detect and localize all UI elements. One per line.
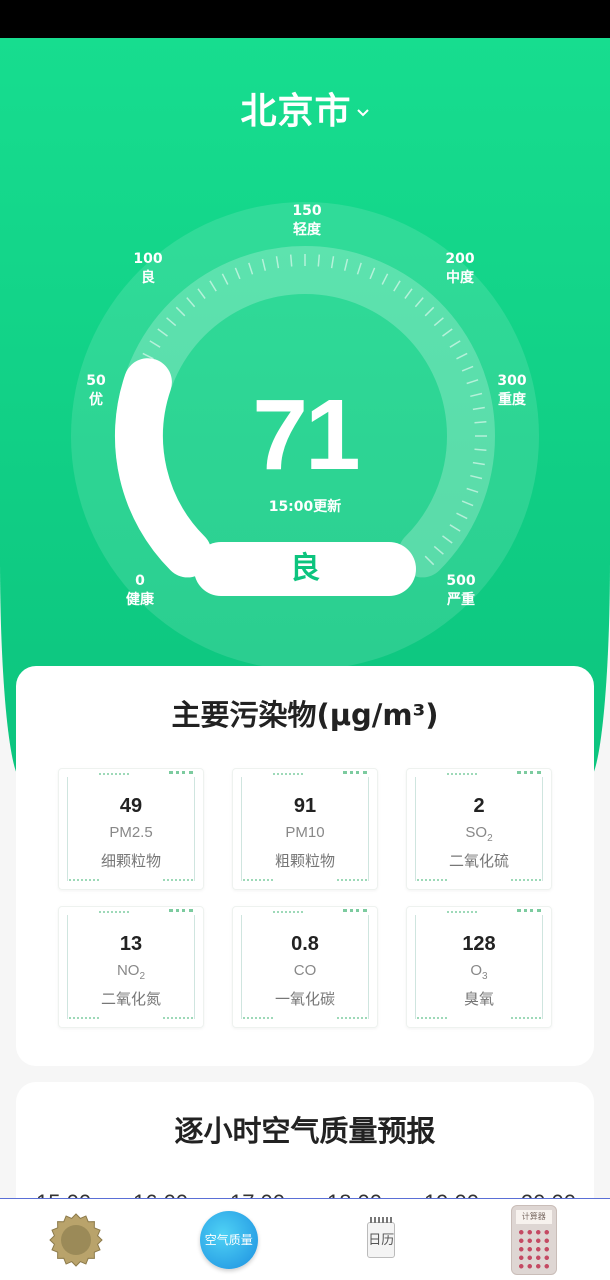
pollutant-value: 0.8 [291, 933, 319, 955]
pollutants-title: 主要污染物(μg/m³) [171, 698, 439, 732]
pollutant-code: SO2 [465, 824, 493, 844]
pollutant-code: O3 [470, 962, 488, 982]
pollutant-name: 粗颗粒物 [274, 852, 335, 870]
calculator-icon: 计算器 [510, 1204, 557, 1275]
pollutant-pm25[interactable]: 49 PM2.5 细颗粒物 [58, 768, 204, 890]
bottom-nav: 空气质量 日历 计算器 [0, 1198, 610, 1280]
pollutant-o3[interactable]: 128 O3 臭氧 [406, 906, 552, 1028]
calculator-label: 计算器 [515, 1209, 552, 1224]
forecast-title: 逐小时空气质量预报 [174, 1114, 436, 1148]
pollutant-grid: 49 PM2.5 细颗粒物 91 PM10 粗颗粒物 2 SO2 二氧化硫 13… [58, 768, 552, 1028]
pollutant-co[interactable]: 0.8 CO 一氧化碳 [232, 906, 378, 1028]
gauge-tick-0: 0 健康 [126, 573, 154, 608]
nav-air-quality[interactable]: 空气质量 [179, 1204, 279, 1276]
nav-medal[interactable] [26, 1204, 126, 1276]
status-bar [0, 0, 610, 38]
pollutant-value: 128 [462, 933, 496, 955]
pollutant-value: 91 [293, 795, 317, 817]
pollutant-so2[interactable]: 2 SO2 二氧化硫 [406, 768, 552, 890]
calendar-icon: 日历 [367, 1216, 396, 1258]
nav-calculator[interactable]: 计算器 [484, 1204, 584, 1276]
pollutant-code: CO [293, 962, 317, 979]
gauge-tick-100: 100 良 [133, 251, 163, 286]
pollutant-code: PM10 [285, 824, 325, 841]
gauge-tick-50: 50 优 [86, 373, 106, 408]
nav-calendar[interactable]: 日历 [331, 1204, 431, 1276]
pollutant-name: 二氧化氮 [100, 990, 161, 1008]
gold-medal-icon [49, 1212, 103, 1267]
gauge-tick-200: 200 中度 [445, 251, 475, 286]
gauge-tick-150: 150 轻度 [292, 203, 322, 238]
pollutant-no2[interactable]: 13 NO2 二氧化氮 [58, 906, 204, 1028]
pollutant-pm10[interactable]: 91 PM10 粗颗粒物 [232, 768, 378, 890]
pollutants-card: 主要污染物(μg/m³) 49 PM2.5 细颗粒物 91 PM10 粗颗粒物 … [16, 666, 594, 1066]
pollutant-code: NO2 [116, 962, 146, 982]
gauge-tick-500: 500 严重 [446, 573, 476, 608]
pollutant-name: 臭氧 [463, 990, 494, 1008]
aqi-level-badge: 良 [194, 542, 416, 596]
pollutant-name: 二氧化硫 [448, 852, 509, 870]
gauge-tick-300: 300 重度 [497, 373, 527, 408]
pollutant-code: PM2.5 [109, 824, 153, 841]
pollutant-value: 2 [473, 795, 485, 817]
pollutant-name: 一氧化碳 [274, 990, 335, 1008]
update-time: 15:00更新 [268, 499, 342, 515]
pollutant-value: 13 [119, 933, 143, 955]
air-quality-icon: 空气质量 [199, 1210, 258, 1269]
pollutant-name: 细颗粒物 [100, 852, 161, 870]
pollutant-value: 49 [119, 795, 143, 817]
